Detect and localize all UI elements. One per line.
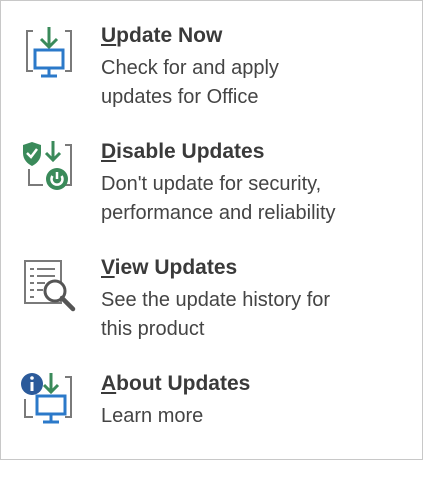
disable-updates-description: Don't update for security, performance a… bbox=[101, 173, 336, 224]
disable-updates-icon bbox=[19, 139, 89, 209]
view-updates-description: See the update history for this product bbox=[101, 289, 331, 340]
about-updates-text: About Updates Learn more bbox=[101, 371, 250, 431]
about-updates-title: About Updates bbox=[101, 372, 251, 395]
update-now-icon bbox=[19, 25, 89, 95]
update-now-description: Check for and apply updates for Office bbox=[101, 57, 279, 108]
about-updates-icon bbox=[19, 371, 89, 441]
view-updates-title: View Updates bbox=[101, 256, 238, 279]
disable-updates-text: Disable Updates Don't update for securit… bbox=[101, 139, 336, 228]
update-now-text: Update Now Check for and apply updates f… bbox=[101, 23, 279, 112]
view-updates-menu-item[interactable]: View Updates See the update history for … bbox=[1, 247, 422, 363]
update-now-title: Update Now bbox=[101, 24, 223, 47]
view-updates-icon bbox=[19, 257, 89, 327]
office-updates-menu: Update Now Check for and apply updates f… bbox=[0, 0, 423, 460]
view-updates-text: View Updates See the update history for … bbox=[101, 255, 330, 344]
about-updates-description: Learn more bbox=[101, 405, 204, 427]
disable-updates-title: Disable Updates bbox=[101, 140, 265, 163]
update-now-menu-item[interactable]: Update Now Check for and apply updates f… bbox=[1, 15, 422, 131]
disable-updates-menu-item[interactable]: Disable Updates Don't update for securit… bbox=[1, 131, 422, 247]
